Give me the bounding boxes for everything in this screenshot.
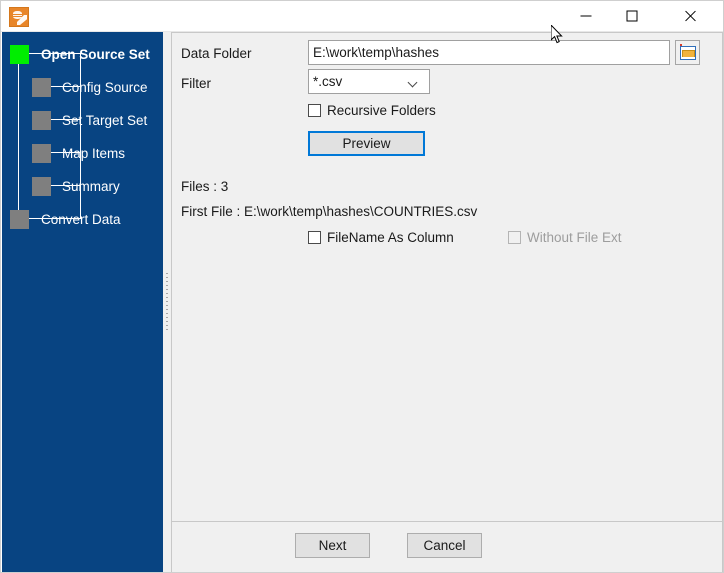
checkbox-box xyxy=(308,104,321,117)
step-marker xyxy=(32,143,51,163)
sidebar-item-open-source-set[interactable]: Open Source Set xyxy=(10,43,150,65)
filter-select[interactable]: *.csv xyxy=(308,69,430,94)
recursive-folders-checkbox[interactable]: Recursive Folders xyxy=(308,103,436,118)
sidebar-item-convert-data[interactable]: Convert Data xyxy=(10,208,121,230)
sidebar-item-label: Open Source Set xyxy=(41,46,150,62)
sidebar-item-label: Set Target Set xyxy=(62,112,148,128)
sidebar-item-config-source[interactable]: Config Source xyxy=(32,76,148,98)
folder-icon xyxy=(680,46,696,60)
next-button[interactable]: Next xyxy=(295,533,370,558)
recursive-folders-label: Recursive Folders xyxy=(327,103,436,118)
application-window: Open Source Set Config Source Set Target… xyxy=(0,0,724,573)
sidebar-item-map-items[interactable]: Map Items xyxy=(32,142,125,164)
minimize-button[interactable] xyxy=(563,1,609,31)
tree-connector-spine xyxy=(18,62,19,218)
step-marker xyxy=(32,176,51,196)
sidebar-item-label: Map Items xyxy=(62,145,126,161)
step-marker xyxy=(10,209,29,229)
without-file-ext-label: Without File Ext xyxy=(527,230,622,245)
step-marker-active xyxy=(10,44,29,64)
dialog-footer: Next Cancel xyxy=(171,522,723,572)
splitter-grip-icon xyxy=(166,272,168,333)
data-folder-label: Data Folder xyxy=(181,46,252,61)
step-marker xyxy=(32,110,51,130)
filter-label: Filter xyxy=(181,76,211,91)
folder-icon-dot xyxy=(680,44,682,46)
sidebar-item-summary[interactable]: Summary xyxy=(32,175,120,197)
filename-as-column-label: FileName As Column xyxy=(327,230,454,245)
browse-folder-button[interactable] xyxy=(675,40,700,65)
database-edit-icon xyxy=(9,7,29,27)
maximize-icon xyxy=(626,10,638,22)
wizard-step-sidebar: Open Source Set Config Source Set Target… xyxy=(2,32,163,572)
source-settings-panel: Data Folder Filter *.csv Recursive Folde… xyxy=(171,32,723,522)
close-icon xyxy=(683,10,696,23)
cancel-button[interactable]: Cancel xyxy=(407,533,482,558)
first-file-text: First File : E:\work\temp\hashes\COUNTRI… xyxy=(181,204,478,219)
step-marker xyxy=(32,77,51,97)
close-button[interactable] xyxy=(655,1,723,31)
minimize-icon xyxy=(580,15,592,17)
sidebar-item-label: Config Source xyxy=(62,79,148,95)
data-folder-input[interactable] xyxy=(308,40,670,65)
sidebar-item-set-target-set[interactable]: Set Target Set xyxy=(32,109,147,131)
sidebar-item-label: Summary xyxy=(62,178,120,194)
title-bar xyxy=(1,1,723,32)
preview-button[interactable]: Preview xyxy=(308,131,425,156)
sidebar-splitter[interactable] xyxy=(163,32,171,572)
without-file-ext-checkbox: Without File Ext xyxy=(508,230,622,245)
files-count-text: Files : 3 xyxy=(181,179,229,194)
maximize-button[interactable] xyxy=(609,1,655,31)
checkbox-box xyxy=(308,231,321,244)
filename-as-column-checkbox[interactable]: FileName As Column xyxy=(308,230,454,245)
sidebar-item-label: Convert Data xyxy=(41,211,121,227)
checkbox-box xyxy=(508,231,521,244)
